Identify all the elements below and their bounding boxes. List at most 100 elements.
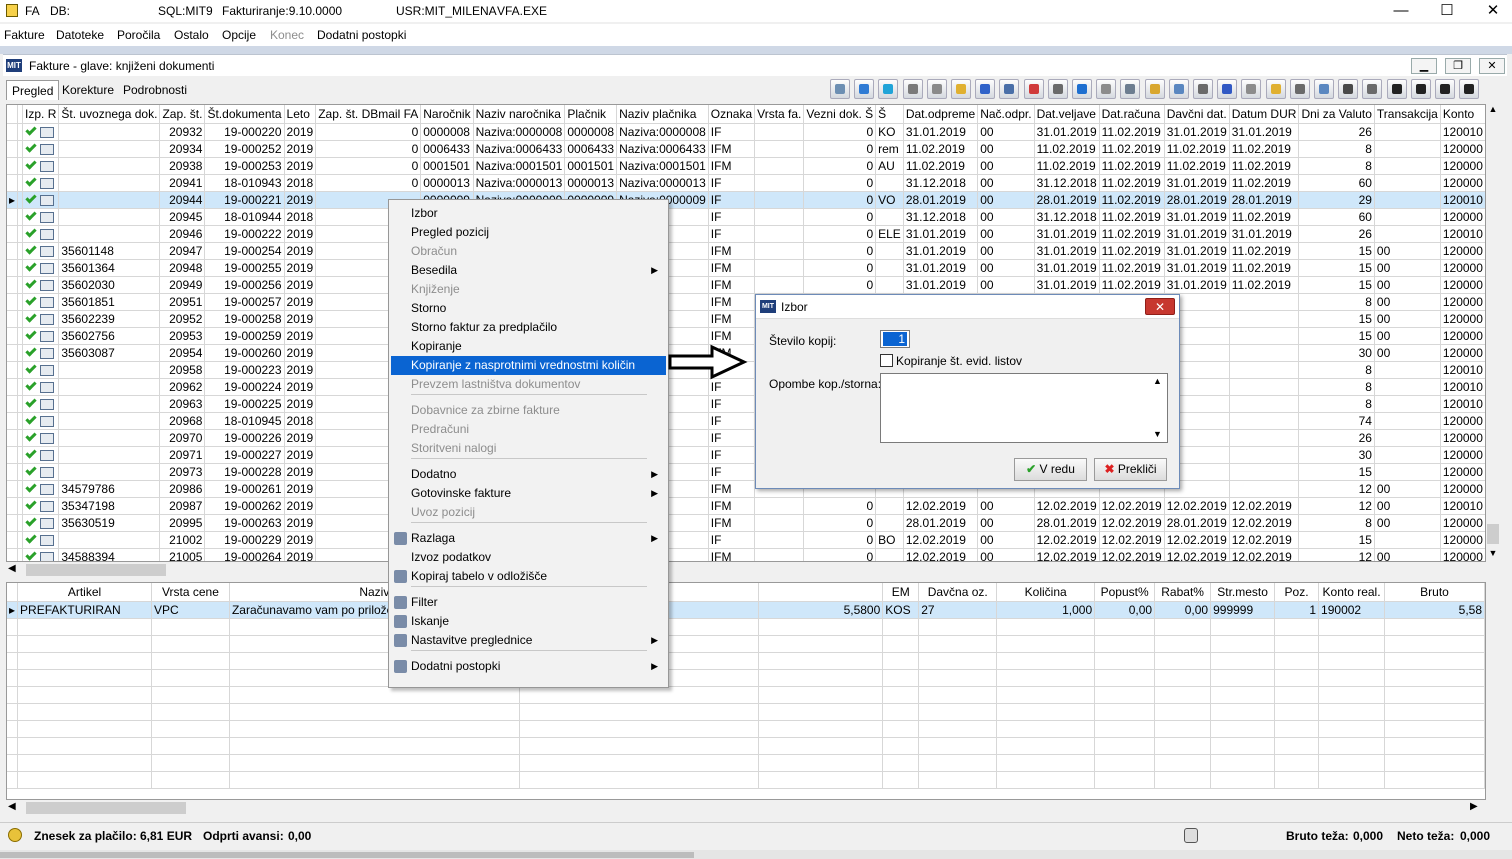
table-cell[interactable]: 00 [1374,344,1441,362]
table-cell[interactable]: 20946 [159,225,206,243]
table-cell[interactable]: 2019 [284,514,317,532]
menu-item-filter[interactable]: Filter [391,593,666,612]
column-header[interactable]: Artikel [17,583,152,602]
table-cell[interactable]: 120000 [1440,174,1485,192]
table-cell[interactable]: 20995 [159,514,206,532]
table-cell[interactable]: 12 [1298,548,1375,561]
table-cell[interactable]: 28.01.2019 [1034,191,1100,209]
table-cell[interactable]: 8 [1298,157,1375,175]
table-cell[interactable]: 2019 [284,446,317,464]
table-cell[interactable] [58,361,161,379]
table-cell[interactable] [58,123,161,141]
column-header[interactable]: Vrsta cene [151,583,230,602]
table-cell[interactable]: IFM [708,293,756,311]
table-cell[interactable] [875,276,904,294]
table-cell[interactable]: 00 [977,208,1035,226]
table-cell[interactable]: 2019 [284,361,317,379]
printer-icon[interactable] [1289,79,1310,99]
table-cell[interactable]: 11.02.2019 [1099,242,1165,260]
table-cell[interactable] [1374,208,1441,226]
print-status-cell[interactable] [22,514,60,532]
table-cell[interactable]: 20958 [159,361,206,379]
column-header[interactable]: Naročnik [420,105,474,124]
table-cell[interactable]: 2019 [284,123,317,141]
table-cell[interactable]: 00 [977,242,1035,260]
table-cell[interactable]: 26 [1298,123,1375,141]
table-cell[interactable]: 31.01.2019 [1034,259,1100,277]
attach-icon[interactable] [1168,79,1189,99]
table-cell[interactable]: 120000 [1440,140,1485,158]
table-cell[interactable] [1374,463,1441,481]
refresh-icon[interactable] [854,79,875,99]
table-cell[interactable]: KO [875,123,904,141]
table-cell[interactable]: 31.01.2019 [903,225,979,243]
table-cell[interactable]: 00 [977,174,1035,192]
table-cell[interactable]: 19-000260 [204,344,285,362]
table-cell[interactable]: 15 [1298,242,1375,260]
table-cell[interactable]: 19-000222 [204,225,285,243]
table-cell[interactable]: 120010 [1440,225,1485,243]
table-cell[interactable] [875,208,904,226]
table-cell[interactable]: IF [708,446,756,464]
table-cell[interactable]: 00 [977,497,1035,515]
column-header[interactable]: Davčni dat. [1164,105,1230,124]
table-cell[interactable]: 20948 [159,259,206,277]
table-cell[interactable]: 2018 [284,208,317,226]
print-status-cell[interactable] [22,123,60,141]
table-cell[interactable]: 0000013 [420,174,474,192]
table-cell[interactable]: 00 [1374,548,1441,561]
table-cell[interactable]: 35602756 [58,327,161,345]
table-cell[interactable]: 120000 [1440,514,1485,532]
table-cell[interactable]: 5,5800 [758,601,884,619]
mdi-close-button[interactable]: ✕ [1479,58,1505,74]
table-cell[interactable]: BO [875,531,904,549]
table-cell[interactable]: 31.01.2019 [903,276,979,294]
table-cell[interactable]: 0000008 [564,123,618,141]
menu-item-dodatno[interactable]: Dodatno ▶ [391,465,666,484]
table-cell[interactable]: 11.02.2019 [1164,157,1230,175]
table-cell[interactable]: 8 [1298,361,1375,379]
table-cell[interactable]: 00 [977,157,1035,175]
table-cell[interactable] [875,259,904,277]
table-cell[interactable]: 30 [1298,344,1375,362]
table-cell[interactable]: 20945 [159,208,206,226]
table-cell[interactable]: 8 [1298,293,1375,311]
table-cell[interactable]: 28.01.2019 [903,191,979,209]
table-row[interactable]: 2096818-0109452018IF74120000EUR1,0000001 [7,412,1485,430]
table-cell[interactable]: 11.02.2019 [1229,208,1300,226]
table-cell[interactable]: IF [708,463,756,481]
table-cell[interactable]: 20934 [159,140,206,158]
table-cell[interactable]: 27 [918,601,998,619]
table-cell[interactable]: 120000 [1440,480,1485,498]
column-header[interactable]: Datum DUR [1229,105,1300,124]
table-cell[interactable]: IFM [708,310,756,328]
print-status-cell[interactable] [22,412,60,430]
table-cell[interactable] [754,276,805,294]
table-cell[interactable]: 0006433 [564,140,618,158]
table-cell[interactable] [754,259,805,277]
menu-item-dobavnice-za-zbirne-fakture[interactable]: Dobavnice za zbirne fakture [391,401,666,420]
table-row[interactable]: 20938 19-000253 2019 0 0001501 Naziva:0001501… [7,157,1485,175]
table-cell[interactable]: 29 [1298,191,1375,209]
table-cell[interactable]: 2019 [284,225,317,243]
table-cell[interactable]: IFM [708,480,756,498]
table-cell[interactable]: 00 [977,140,1035,158]
table-cell[interactable]: 15 [1298,310,1375,328]
table-cell[interactable]: 35603087 [58,344,161,362]
table-cell[interactable]: 34579786 [58,480,161,498]
table-cell[interactable]: 19-000227 [204,446,285,464]
table-cell[interactable]: 00 [1374,327,1441,345]
table-cell[interactable]: IF [708,395,756,413]
tab-korekture[interactable]: Korekture [57,80,119,100]
table-cell[interactable]: 35630519 [58,514,161,532]
table-cell[interactable]: 12.02.2019 [1099,531,1165,549]
table-cell[interactable]: 00 [977,514,1035,532]
scroll-up-icon[interactable]: ▲ [1487,104,1499,116]
table-cell[interactable]: 12.02.2019 [1229,531,1300,549]
grey2-icon[interactable] [1241,79,1262,99]
column-header[interactable]: Št.dokumenta [204,105,285,124]
column-header[interactable]: Oznaka [708,105,756,124]
doc-copy-icon[interactable] [1120,79,1141,99]
table-cell[interactable]: Naziva:0001501 [473,157,566,175]
table-cell[interactable] [1374,446,1441,464]
